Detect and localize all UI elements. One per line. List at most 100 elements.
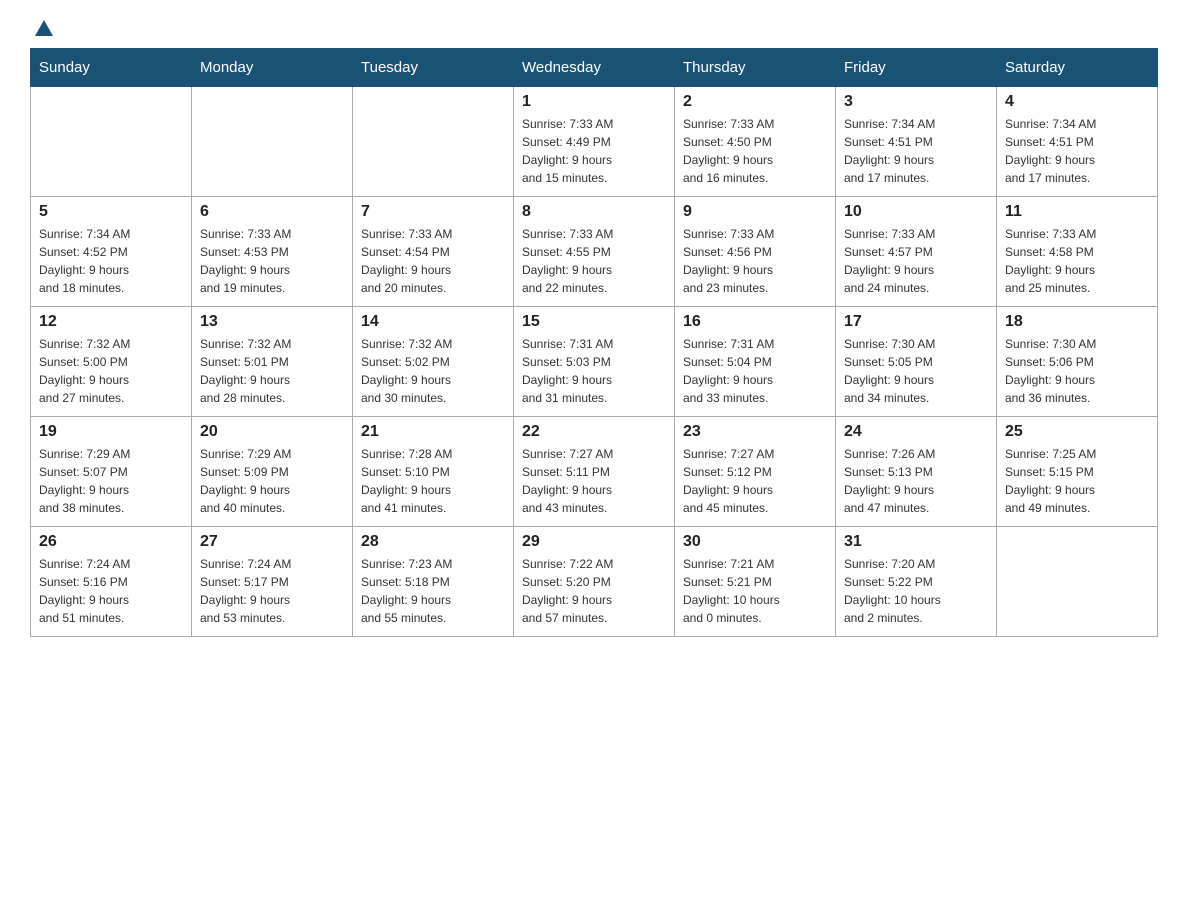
- day-number: 31: [844, 533, 988, 551]
- calendar-day-10: 10 Sunrise: 7:33 AM Sunset: 4:57 PM Dayli…: [836, 197, 997, 307]
- calendar-day-16: 16 Sunrise: 7:31 AM Sunset: 5:04 PM Dayli…: [675, 307, 836, 417]
- day-info: Sunrise: 7:31 AM Sunset: 5:04 PM Dayligh…: [683, 335, 827, 407]
- logo-triangle-icon: [35, 20, 53, 36]
- day-number: 13: [200, 313, 344, 331]
- empty-cell: [997, 527, 1158, 637]
- empty-cell: [353, 87, 514, 197]
- day-info: Sunrise: 7:24 AM Sunset: 5:17 PM Dayligh…: [200, 555, 344, 627]
- empty-cell: [31, 87, 192, 197]
- day-number: 25: [1005, 423, 1149, 441]
- calendar-day-21: 21 Sunrise: 7:28 AM Sunset: 5:10 PM Dayli…: [353, 417, 514, 527]
- day-number: 21: [361, 423, 505, 441]
- col-header-monday: Monday: [192, 49, 353, 87]
- day-info: Sunrise: 7:33 AM Sunset: 4:50 PM Dayligh…: [683, 115, 827, 187]
- day-info: Sunrise: 7:29 AM Sunset: 5:07 PM Dayligh…: [39, 445, 183, 517]
- calendar-header-row: SundayMondayTuesdayWednesdayThursdayFrid…: [31, 49, 1158, 87]
- day-info: Sunrise: 7:29 AM Sunset: 5:09 PM Dayligh…: [200, 445, 344, 517]
- day-number: 4: [1005, 93, 1149, 111]
- day-info: Sunrise: 7:33 AM Sunset: 4:56 PM Dayligh…: [683, 225, 827, 297]
- day-info: Sunrise: 7:34 AM Sunset: 4:52 PM Dayligh…: [39, 225, 183, 297]
- calendar-day-17: 17 Sunrise: 7:30 AM Sunset: 5:05 PM Dayli…: [836, 307, 997, 417]
- day-number: 19: [39, 423, 183, 441]
- day-info: Sunrise: 7:33 AM Sunset: 4:55 PM Dayligh…: [522, 225, 666, 297]
- day-info: Sunrise: 7:27 AM Sunset: 5:11 PM Dayligh…: [522, 445, 666, 517]
- day-number: 14: [361, 313, 505, 331]
- calendar-day-20: 20 Sunrise: 7:29 AM Sunset: 5:09 PM Dayli…: [192, 417, 353, 527]
- calendar-week-row: 12Sunrise: 7:32 AM Sunset: 5:00 PM Dayli…: [31, 307, 1158, 417]
- logo: [30, 20, 53, 38]
- day-number: 28: [361, 533, 505, 551]
- day-info: Sunrise: 7:32 AM Sunset: 5:01 PM Dayligh…: [200, 335, 344, 407]
- page-header: [30, 20, 1158, 38]
- calendar-day-6: 6 Sunrise: 7:33 AM Sunset: 4:53 PM Daylig…: [192, 197, 353, 307]
- day-info: Sunrise: 7:23 AM Sunset: 5:18 PM Dayligh…: [361, 555, 505, 627]
- day-info: Sunrise: 7:28 AM Sunset: 5:10 PM Dayligh…: [361, 445, 505, 517]
- day-number: 20: [200, 423, 344, 441]
- day-number: 12: [39, 313, 183, 331]
- day-info: Sunrise: 7:24 AM Sunset: 5:16 PM Dayligh…: [39, 555, 183, 627]
- calendar-day-18: 18 Sunrise: 7:30 AM Sunset: 5:06 PM Dayli…: [997, 307, 1158, 417]
- day-number: 17: [844, 313, 988, 331]
- day-info: Sunrise: 7:33 AM Sunset: 4:54 PM Dayligh…: [361, 225, 505, 297]
- day-info: Sunrise: 7:22 AM Sunset: 5:20 PM Dayligh…: [522, 555, 666, 627]
- calendar-day-7: 7 Sunrise: 7:33 AM Sunset: 4:54 PM Daylig…: [353, 197, 514, 307]
- day-number: 29: [522, 533, 666, 551]
- calendar-day-25: 25Sunrise: 7:25 AM Sunset: 5:15 PM Dayli…: [997, 417, 1158, 527]
- day-number: 2: [683, 93, 827, 111]
- day-number: 15: [522, 313, 666, 331]
- day-info: Sunrise: 7:27 AM Sunset: 5:12 PM Dayligh…: [683, 445, 827, 517]
- calendar-day-15: 15 Sunrise: 7:31 AM Sunset: 5:03 PM Dayli…: [514, 307, 675, 417]
- day-info: Sunrise: 7:32 AM Sunset: 5:02 PM Dayligh…: [361, 335, 505, 407]
- day-number: 30: [683, 533, 827, 551]
- calendar-day-23: 23Sunrise: 7:27 AM Sunset: 5:12 PM Dayli…: [675, 417, 836, 527]
- day-info: Sunrise: 7:21 AM Sunset: 5:21 PM Dayligh…: [683, 555, 827, 627]
- col-header-saturday: Saturday: [997, 49, 1158, 87]
- calendar-day-2: 2 Sunrise: 7:33 AM Sunset: 4:50 PM Daylig…: [675, 87, 836, 197]
- day-number: 22: [522, 423, 666, 441]
- day-number: 18: [1005, 313, 1149, 331]
- calendar-day-13: 13 Sunrise: 7:32 AM Sunset: 5:01 PM Dayli…: [192, 307, 353, 417]
- day-info: Sunrise: 7:30 AM Sunset: 5:06 PM Dayligh…: [1005, 335, 1149, 407]
- col-header-wednesday: Wednesday: [514, 49, 675, 87]
- day-number: 7: [361, 203, 505, 221]
- calendar-day-22: 22 Sunrise: 7:27 AM Sunset: 5:11 PM Dayli…: [514, 417, 675, 527]
- calendar-day-29: 29 Sunrise: 7:22 AM Sunset: 5:20 PM Dayli…: [514, 527, 675, 637]
- day-number: 3: [844, 93, 988, 111]
- day-number: 10: [844, 203, 988, 221]
- calendar-week-row: 19 Sunrise: 7:29 AM Sunset: 5:07 PM Dayli…: [31, 417, 1158, 527]
- day-info: Sunrise: 7:26 AM Sunset: 5:13 PM Dayligh…: [844, 445, 988, 517]
- day-info: Sunrise: 7:20 AM Sunset: 5:22 PM Dayligh…: [844, 555, 988, 627]
- calendar-week-row: 1Sunrise: 7:33 AM Sunset: 4:49 PM Daylig…: [31, 87, 1158, 197]
- calendar-day-12: 12Sunrise: 7:32 AM Sunset: 5:00 PM Dayli…: [31, 307, 192, 417]
- calendar-week-row: 26 Sunrise: 7:24 AM Sunset: 5:16 PM Dayli…: [31, 527, 1158, 637]
- calendar-day-4: 4Sunrise: 7:34 AM Sunset: 4:51 PM Daylig…: [997, 87, 1158, 197]
- day-number: 5: [39, 203, 183, 221]
- day-info: Sunrise: 7:34 AM Sunset: 4:51 PM Dayligh…: [844, 115, 988, 187]
- calendar-day-19: 19 Sunrise: 7:29 AM Sunset: 5:07 PM Dayli…: [31, 417, 192, 527]
- calendar-day-11: 11Sunrise: 7:33 AM Sunset: 4:58 PM Dayli…: [997, 197, 1158, 307]
- calendar-day-5: 5 Sunrise: 7:34 AM Sunset: 4:52 PM Daylig…: [31, 197, 192, 307]
- col-header-sunday: Sunday: [31, 49, 192, 87]
- day-number: 26: [39, 533, 183, 551]
- calendar-day-3: 3 Sunrise: 7:34 AM Sunset: 4:51 PM Daylig…: [836, 87, 997, 197]
- day-info: Sunrise: 7:33 AM Sunset: 4:53 PM Dayligh…: [200, 225, 344, 297]
- day-info: Sunrise: 7:33 AM Sunset: 4:49 PM Dayligh…: [522, 115, 666, 187]
- calendar-day-9: 9 Sunrise: 7:33 AM Sunset: 4:56 PM Daylig…: [675, 197, 836, 307]
- calendar-day-28: 28 Sunrise: 7:23 AM Sunset: 5:18 PM Dayli…: [353, 527, 514, 637]
- calendar-day-31: 31 Sunrise: 7:20 AM Sunset: 5:22 PM Dayli…: [836, 527, 997, 637]
- day-number: 9: [683, 203, 827, 221]
- col-header-tuesday: Tuesday: [353, 49, 514, 87]
- calendar-day-1: 1Sunrise: 7:33 AM Sunset: 4:49 PM Daylig…: [514, 87, 675, 197]
- day-number: 6: [200, 203, 344, 221]
- day-number: 16: [683, 313, 827, 331]
- day-number: 24: [844, 423, 988, 441]
- calendar-day-14: 14 Sunrise: 7:32 AM Sunset: 5:02 PM Dayli…: [353, 307, 514, 417]
- day-info: Sunrise: 7:31 AM Sunset: 5:03 PM Dayligh…: [522, 335, 666, 407]
- calendar-week-row: 5 Sunrise: 7:34 AM Sunset: 4:52 PM Daylig…: [31, 197, 1158, 307]
- calendar-day-30: 30 Sunrise: 7:21 AM Sunset: 5:21 PM Dayli…: [675, 527, 836, 637]
- day-info: Sunrise: 7:33 AM Sunset: 4:57 PM Dayligh…: [844, 225, 988, 297]
- calendar-day-8: 8Sunrise: 7:33 AM Sunset: 4:55 PM Daylig…: [514, 197, 675, 307]
- calendar-table: SundayMondayTuesdayWednesdayThursdayFrid…: [30, 48, 1158, 637]
- day-info: Sunrise: 7:30 AM Sunset: 5:05 PM Dayligh…: [844, 335, 988, 407]
- col-header-thursday: Thursday: [675, 49, 836, 87]
